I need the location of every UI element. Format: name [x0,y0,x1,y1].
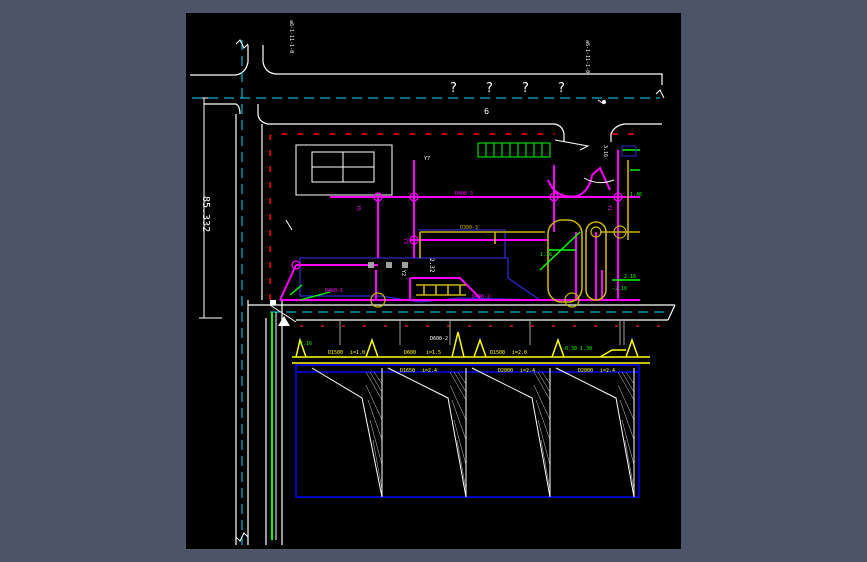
pipe-label-d400-2: D400-2 [472,294,490,300]
road-mark-4: ? [558,81,565,96]
road-mark-1: ? [450,81,457,96]
road-mark-3: ? [522,81,529,96]
level-1: 3.16 [602,145,608,157]
pipe-label-d400-1: D400-1 [325,288,343,294]
cad-drawing[interactable]: 85.332 a6-1-11-1-0 a6-1-11-1-0 ? ? ? ? 6… [0,0,867,562]
label-y5: Y5 [355,205,361,211]
top-right-note: a6-1-11-1-0 [584,40,590,73]
level-2: 2.32 [428,258,435,273]
level-6: 1.30 [580,346,592,352]
level-7: 2.16 [300,341,312,347]
top-left-note: a6-1-11-1-0 [288,20,294,53]
slope-6: i=2.4 [600,368,615,374]
label-y7: Y7 [424,156,430,162]
pipe-label-d1650: D1650 [400,368,415,374]
level-3: 1.16 [540,252,552,258]
slope-1: i=1.0 [350,350,365,356]
level-4: 2.16 [624,274,636,280]
level-9: -2.16 [612,286,627,292]
slope-2: i=1.5 [426,350,441,356]
cad-viewer: 85.332 a6-1-11-1-0 a6-1-11-1-0 ? ? ? ? 6… [0,0,867,562]
label-y3: Y3 [402,238,408,244]
inlet-symbols [368,262,408,268]
dimension-value: 85.332 [200,196,211,232]
pipe-label-d600-2: D600-2 [430,336,448,342]
label-y1: Y1 [606,205,612,211]
pipe-label-d600: D600 [404,350,416,356]
slope-5: i=2.4 [520,368,535,374]
road-label: 6 [484,107,489,116]
pipe-label-d2000-c: D2000 [578,368,593,374]
slope-4: i=2.4 [422,368,437,374]
pipe-label-d400-3: D400-3 [455,191,473,197]
slope-3: i=2.0 [512,350,527,356]
label-y2: Y2 [400,270,406,276]
level-8: 1.46 [630,192,642,198]
pipe-label-d1500: D1500 [328,350,343,356]
level-5: -0.30 [562,346,577,352]
pipe-label-d300-3: D300-3 [460,225,478,231]
road-mark-2: ? [486,81,493,96]
pipe-label-d2000-b: D2000 [498,368,513,374]
pipe-label-d1500-b: D1500 [490,350,505,356]
